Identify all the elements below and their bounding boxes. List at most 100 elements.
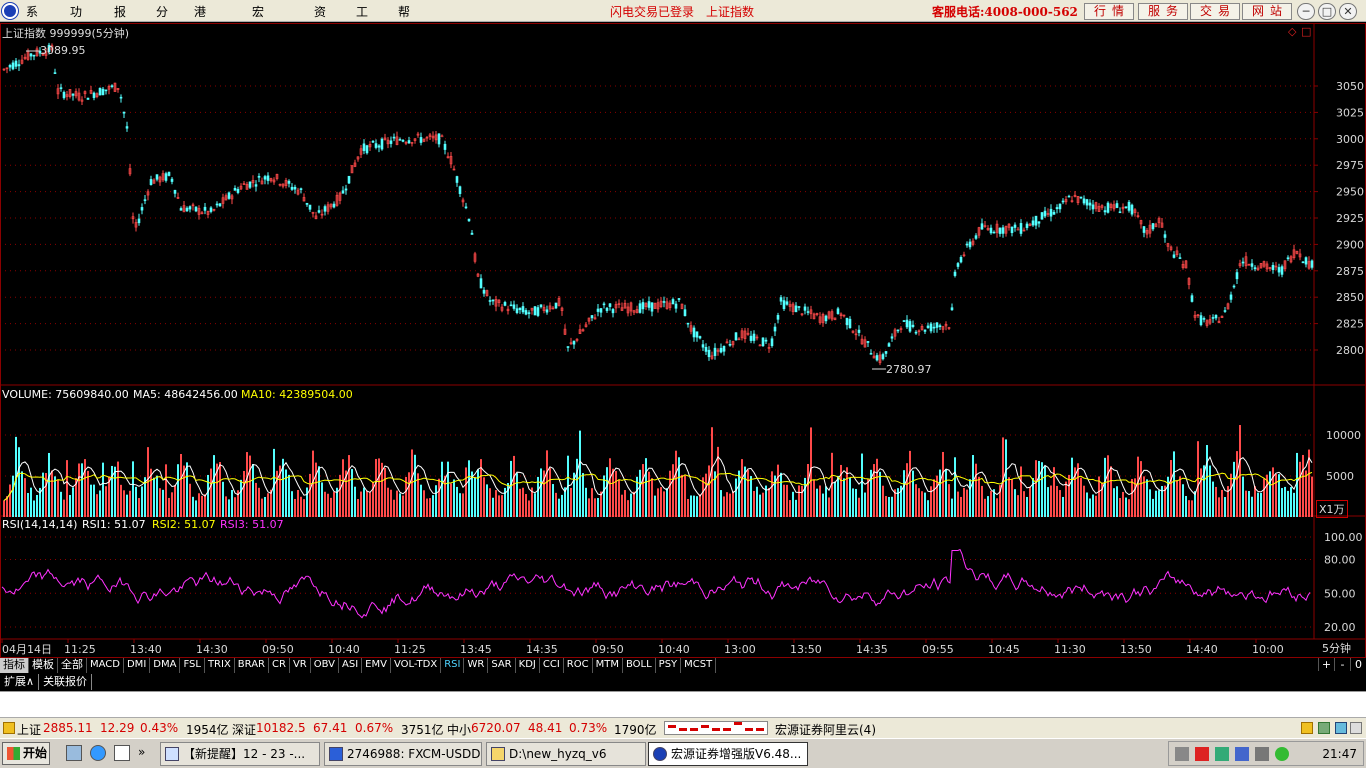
shield-icon[interactable] bbox=[1235, 747, 1249, 761]
tab-vr[interactable]: VR bbox=[290, 658, 311, 673]
tab-vol-tdx[interactable]: VOL-TDX bbox=[391, 658, 442, 673]
tab-macd[interactable]: MACD bbox=[87, 658, 124, 673]
tab-boll[interactable]: BOLL bbox=[623, 658, 656, 673]
tab-mcst[interactable]: MCST bbox=[681, 658, 717, 673]
candle-body bbox=[287, 180, 291, 184]
volume-bar bbox=[1155, 490, 1157, 517]
close-button[interactable]: ✕ bbox=[1339, 3, 1357, 20]
lock-icon[interactable] bbox=[1350, 722, 1362, 734]
alert-icon[interactable] bbox=[3, 722, 15, 734]
candle-body bbox=[233, 187, 237, 191]
task-folder[interactable]: D:\new_hyzq_v6 bbox=[486, 742, 646, 766]
notice-icon[interactable] bbox=[1301, 722, 1313, 734]
tab-sar[interactable]: SAR bbox=[488, 658, 516, 673]
website-button[interactable]: 网站 bbox=[1242, 3, 1292, 20]
volume-bar bbox=[246, 452, 248, 517]
zoom-reset-button[interactable]: 0 bbox=[1350, 658, 1366, 671]
candle-body bbox=[671, 299, 675, 305]
task-fxcm[interactable]: 2746988: FXCM-USDDe... bbox=[324, 742, 482, 766]
candle-body bbox=[170, 178, 174, 182]
tab-brar[interactable]: BRAR bbox=[235, 658, 269, 673]
tab-obv[interactable]: OBV bbox=[311, 658, 339, 673]
service-button[interactable]: 服务 bbox=[1138, 3, 1188, 20]
chart-canvas[interactable]: 3050 3025 3000 2975 2950 2925 2900 2875 2850 2825… bbox=[0, 23, 1366, 658]
zoom-in-button[interactable]: + bbox=[1318, 658, 1334, 671]
candle-body bbox=[1055, 207, 1059, 210]
tab-rsi[interactable]: RSI bbox=[441, 658, 465, 673]
tab-psy[interactable]: PSY bbox=[656, 658, 682, 673]
trade-button[interactable]: 交易 bbox=[1190, 3, 1240, 20]
task-hongyuan[interactable]: 宏源证券增强版V6.48... bbox=[648, 742, 808, 766]
volume-bar bbox=[753, 490, 755, 517]
volume-bar bbox=[462, 493, 464, 517]
tab-cci[interactable]: CCI bbox=[540, 658, 564, 673]
tab-dma[interactable]: DMA bbox=[150, 658, 181, 673]
volume-bar bbox=[1059, 490, 1061, 517]
restore-button[interactable]: □ bbox=[1318, 3, 1336, 20]
volume-bar bbox=[879, 471, 881, 517]
minimize-button[interactable]: ─ bbox=[1297, 3, 1315, 20]
volume-bar bbox=[132, 461, 134, 517]
candle-body bbox=[14, 60, 18, 67]
maximize-panel-icon[interactable]: □ bbox=[1301, 25, 1311, 38]
volume-bar bbox=[915, 484, 917, 517]
diamond-icon[interactable]: ◇ bbox=[1288, 25, 1296, 38]
tab-mtm[interactable]: MTM bbox=[593, 658, 623, 673]
tab-fsl[interactable]: FSL bbox=[180, 658, 205, 673]
tab-dmi[interactable]: DMI bbox=[124, 658, 151, 673]
server-name[interactable]: 宏源证券阿里云(4) bbox=[775, 721, 876, 738]
volume-bar bbox=[690, 495, 692, 517]
task-forum[interactable]: 【新提醒】12 - 23 -... bbox=[160, 742, 320, 766]
tab-template[interactable]: 模板 bbox=[29, 658, 58, 673]
candle-body bbox=[1043, 210, 1047, 217]
tab-all[interactable]: 全部 bbox=[58, 658, 87, 673]
candle-body bbox=[1250, 263, 1254, 267]
volume-bar bbox=[663, 491, 665, 517]
tab-cr[interactable]: CR bbox=[269, 658, 290, 673]
tab-kdj[interactable]: KDJ bbox=[516, 658, 540, 673]
desktop-icon[interactable] bbox=[66, 745, 82, 761]
period-label[interactable]: 5分钟 bbox=[1322, 640, 1351, 656]
chevron-right-icon[interactable]: » bbox=[138, 745, 145, 759]
tab-roc[interactable]: ROC bbox=[564, 658, 593, 673]
start-button[interactable]: 开始 bbox=[2, 742, 50, 765]
volume-bar bbox=[486, 484, 488, 517]
expand-tab[interactable]: 扩展∧ bbox=[0, 674, 40, 690]
volume-bar bbox=[1158, 490, 1160, 517]
clock[interactable]: 21:47 bbox=[1322, 747, 1357, 761]
signal-icon[interactable] bbox=[1318, 722, 1330, 734]
volume-bar bbox=[210, 468, 212, 517]
tab-wr[interactable]: WR bbox=[464, 658, 489, 673]
candle-body bbox=[518, 307, 522, 311]
tab-indicator[interactable]: 指标 bbox=[0, 658, 29, 673]
flash-trade-status[interactable]: 闪电交易已登录 bbox=[610, 3, 694, 20]
volume-bar bbox=[825, 486, 827, 517]
tab-trix[interactable]: TRIX bbox=[205, 658, 235, 673]
volume-bar bbox=[906, 463, 908, 517]
network-icon[interactable] bbox=[1335, 722, 1347, 734]
volume-bar bbox=[1275, 473, 1277, 517]
volume-bar bbox=[555, 492, 557, 517]
usb-icon[interactable] bbox=[1255, 747, 1269, 761]
network-tray-icon[interactable] bbox=[1215, 747, 1229, 761]
related-quote-tab[interactable]: 关联报价 bbox=[39, 674, 93, 690]
volume-bar bbox=[411, 449, 413, 517]
window-icon[interactable] bbox=[114, 745, 130, 761]
update-icon[interactable] bbox=[1275, 747, 1289, 761]
candle-body bbox=[1301, 261, 1305, 264]
market-button[interactable]: 行情 bbox=[1084, 3, 1134, 20]
candle-body bbox=[1025, 223, 1029, 229]
market-pulse-indicator bbox=[664, 721, 768, 735]
zoom-out-button[interactable]: - bbox=[1334, 658, 1350, 671]
candle-body bbox=[149, 179, 153, 185]
tab-emv[interactable]: EMV bbox=[362, 658, 391, 673]
flag-icon[interactable] bbox=[1195, 747, 1209, 761]
ie-icon[interactable] bbox=[90, 745, 106, 761]
tab-asi[interactable]: ASI bbox=[339, 658, 363, 673]
keyboard-icon[interactable] bbox=[1175, 747, 1189, 761]
chart-area[interactable]: 3050 3025 3000 2975 2950 2925 2900 2875 2850 2825… bbox=[0, 23, 1366, 658]
volume-bar bbox=[501, 495, 503, 517]
volume-bar bbox=[1104, 457, 1106, 517]
volume-bar bbox=[642, 464, 644, 517]
rsi-tick-label: 100.00 bbox=[1324, 531, 1363, 544]
